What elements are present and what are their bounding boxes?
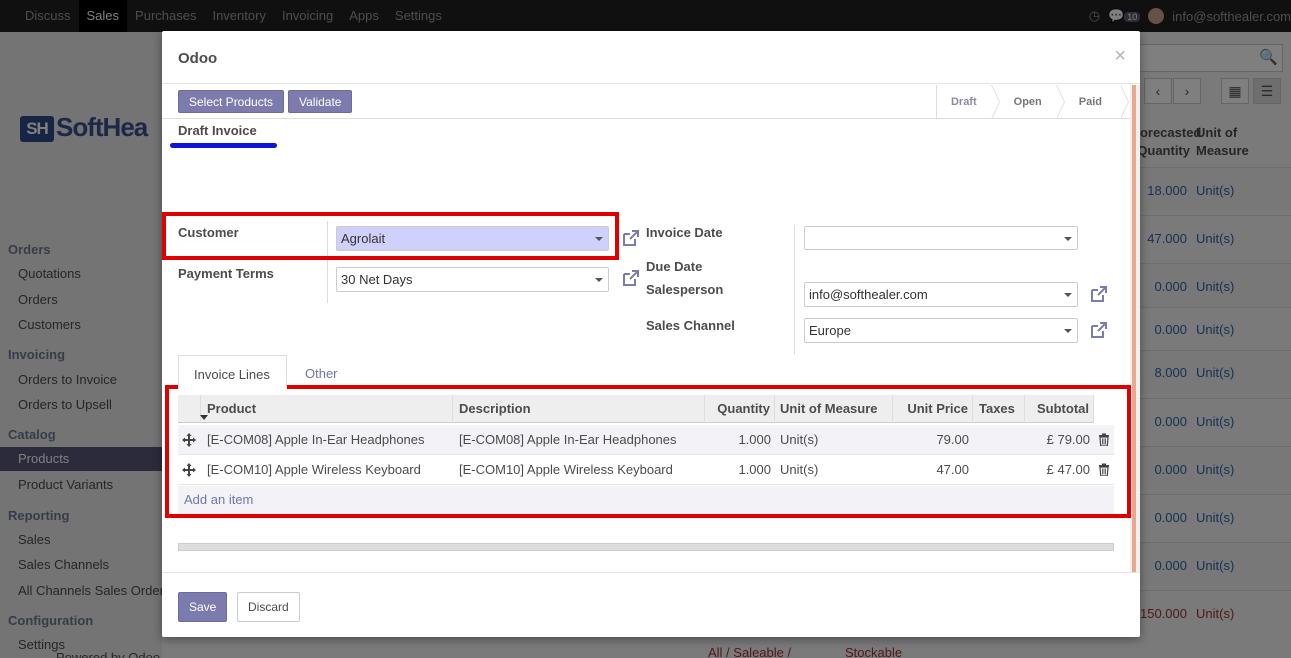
external-link-icon[interactable] xyxy=(621,268,641,288)
line-quantity[interactable]: 1.000 xyxy=(705,455,771,485)
customer-label: Customer xyxy=(178,225,239,240)
salesperson-label: Salesperson xyxy=(646,282,724,297)
status-stages: Draft Open Paid xyxy=(935,85,1130,119)
drag-handle-icon[interactable] xyxy=(182,463,196,477)
tab-other-info[interactable]: Other Info xyxy=(290,355,353,419)
title-underline xyxy=(170,143,277,148)
select-products-button[interactable]: Select Products xyxy=(178,90,285,113)
table-row[interactable]: [E-COM10] Apple Wireless Keyboard [E-COM… xyxy=(178,455,1114,485)
line-unit-price[interactable]: 79.00 xyxy=(893,425,969,455)
save-button[interactable]: Save xyxy=(178,592,228,622)
handle-column xyxy=(178,395,201,423)
line-quantity[interactable]: 1.000 xyxy=(705,425,771,455)
line-subtotal: £ 47.00 xyxy=(1046,462,1090,477)
stage-draft[interactable]: Draft xyxy=(935,85,1000,119)
trash-icon[interactable] xyxy=(1098,433,1110,446)
dialog-title: Odoo xyxy=(178,50,218,67)
payment-terms-field[interactable]: 30 Net Days xyxy=(336,267,609,292)
column-unit-price[interactable]: Unit Price xyxy=(893,395,973,423)
sort-down-icon xyxy=(200,415,208,420)
column-taxes[interactable]: Taxes xyxy=(973,395,1025,423)
sales-channel-field[interactable]: Europe xyxy=(804,318,1078,343)
line-description[interactable]: [E-COM08] Apple In-Ear Headphones xyxy=(459,425,677,455)
field-separator xyxy=(794,225,795,355)
due-date-label: Due Date xyxy=(646,259,703,274)
invoice-date-label: Invoice Date xyxy=(646,225,723,240)
add-line-row: Add an item xyxy=(178,486,1114,514)
payment-terms-label: Payment Terms xyxy=(178,266,274,281)
chevron-down-icon xyxy=(1064,329,1072,333)
add-an-item-link[interactable]: Add an item xyxy=(184,486,253,514)
table-header: Product Description Quantity Unit of Mea… xyxy=(178,395,1094,423)
line-subtotal: £ 79.00 xyxy=(1046,432,1090,447)
discard-button[interactable]: Discard xyxy=(237,592,300,622)
vertical-scrollbar[interactable] xyxy=(1130,85,1140,572)
sales-channel-label: Sales Channel xyxy=(646,318,735,333)
line-uom[interactable]: Unit(s) xyxy=(780,425,818,455)
chevron-down-icon xyxy=(1064,237,1072,241)
line-description[interactable]: [E-COM10] Apple Wireless Keyboard xyxy=(459,455,673,485)
invoice-dialog: Odoo × Select Products Validate Draft Op… xyxy=(162,31,1140,637)
stage-open[interactable]: Open xyxy=(990,85,1065,119)
close-icon[interactable]: × xyxy=(1114,45,1126,68)
tabs-divider xyxy=(178,388,1114,389)
column-quantity[interactable]: Quantity xyxy=(705,395,775,423)
customer-field[interactable]: Agrolait xyxy=(336,226,609,251)
validate-button[interactable]: Validate xyxy=(288,90,353,113)
chevron-down-icon xyxy=(1064,293,1072,297)
invoice-date-field[interactable] xyxy=(804,226,1078,250)
column-product[interactable]: Product xyxy=(201,395,453,423)
trash-icon[interactable] xyxy=(1098,463,1110,476)
external-link-icon[interactable] xyxy=(621,228,641,248)
drag-handle-icon[interactable] xyxy=(182,433,196,447)
document-title: Draft Invoice xyxy=(178,123,257,138)
horizontal-scrollbar[interactable] xyxy=(178,543,1114,551)
field-separator xyxy=(327,221,328,303)
column-description[interactable]: Description xyxy=(453,395,705,423)
chevron-down-icon xyxy=(595,237,603,241)
tab-invoice-lines[interactable]: Invoice Lines xyxy=(178,355,287,389)
salesperson-field[interactable]: info@softhealer.com xyxy=(804,282,1078,307)
table-row[interactable]: [E-COM08] Apple In-Ear Headphones [E-COM… xyxy=(178,425,1114,455)
external-link-icon[interactable] xyxy=(1089,320,1109,340)
dialog-body: Select Products Validate Draft Open Paid… xyxy=(162,85,1140,572)
line-unit-price[interactable]: 47.00 xyxy=(893,455,969,485)
dialog-header: Odoo × xyxy=(162,31,1140,84)
line-product[interactable]: [E-COM10] Apple Wireless Keyboard xyxy=(207,455,421,485)
line-uom[interactable]: Unit(s) xyxy=(780,455,818,485)
column-subtotal[interactable]: Subtotal xyxy=(1025,395,1094,423)
column-unit-of-measure[interactable]: Unit of Measure xyxy=(775,395,893,423)
dialog-footer: Save Discard xyxy=(162,572,1140,637)
stage-paid[interactable]: Paid xyxy=(1055,85,1130,119)
chevron-down-icon xyxy=(595,278,603,282)
status-bar: Select Products Validate Draft Open Paid xyxy=(162,85,1130,119)
line-product[interactable]: [E-COM08] Apple In-Ear Headphones xyxy=(207,425,425,455)
external-link-icon[interactable] xyxy=(1089,284,1109,304)
